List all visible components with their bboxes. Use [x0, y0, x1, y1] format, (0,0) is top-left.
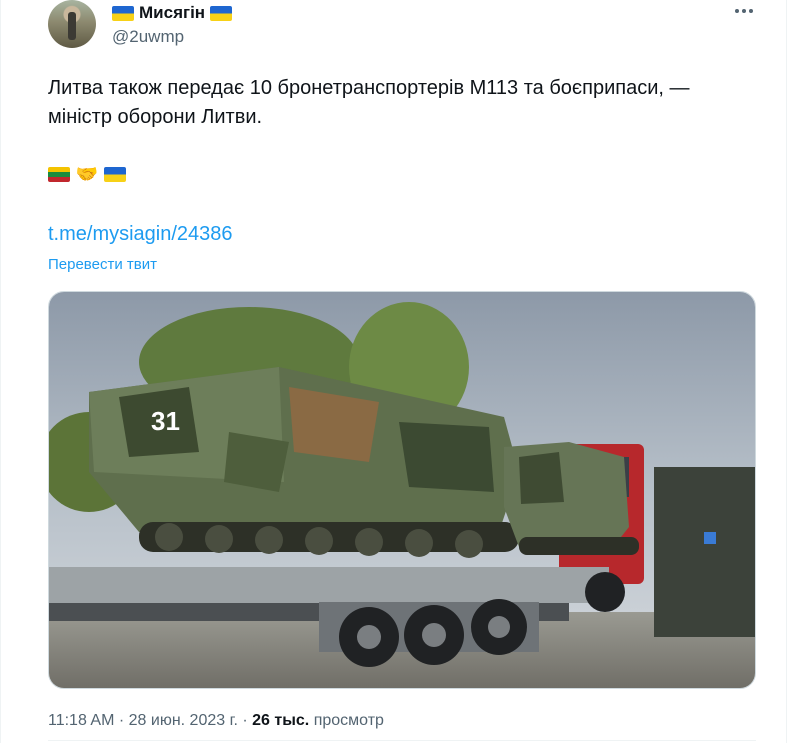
- tweet-meta: 11:18 AM · 28 июн. 2023 г. · 26 тыс. про…: [48, 712, 384, 730]
- timeline-left-border: [0, 0, 1, 743]
- container: [654, 467, 755, 637]
- handshake-icon: 🤝: [75, 164, 99, 184]
- author-name-row[interactable]: Мисягін: [112, 2, 233, 24]
- meta-separator: ·: [237, 712, 253, 729]
- rear-m113-apc: [504, 442, 639, 555]
- more-options-button[interactable]: [730, 2, 758, 20]
- translate-tweet-button[interactable]: Перевести твит: [48, 256, 157, 273]
- tweet-date[interactable]: 28 июн. 2023 г.: [129, 712, 238, 729]
- timeline-right-border: [786, 0, 787, 743]
- ukraine-flag-icon: [112, 5, 134, 21]
- ukraine-flag-icon: [104, 166, 126, 182]
- ukraine-flag-icon: [210, 5, 233, 21]
- lithuania-flag-icon: [48, 166, 70, 182]
- meta-separator: ·: [114, 712, 129, 729]
- tweet-divider: [48, 740, 756, 741]
- views-label: просмотр: [313, 712, 384, 729]
- tweet-link[interactable]: t.me/mysiagin/24386: [48, 223, 233, 246]
- author-handle[interactable]: @2uwmp: [112, 27, 184, 47]
- tweet-photo[interactable]: 31: [48, 291, 756, 689]
- more-dot-icon: [749, 9, 753, 13]
- views-count: 26 тыс.: [252, 712, 310, 729]
- tweet-time[interactable]: 11:18 AM: [48, 712, 114, 729]
- more-dot-icon: [735, 9, 739, 13]
- avatar-figure: [68, 12, 76, 40]
- author-display-name[interactable]: Мисягін: [139, 3, 205, 23]
- tweet-emoji-row: 🤝: [48, 164, 126, 184]
- more-dot-icon: [742, 9, 746, 13]
- author-avatar[interactable]: [48, 0, 96, 48]
- tweet-text: Литва також передає 10 бронетранспортері…: [48, 77, 690, 128]
- vehicle-number: 31: [151, 406, 180, 436]
- photo-m113-apcs-on-trailer: 31: [49, 292, 755, 688]
